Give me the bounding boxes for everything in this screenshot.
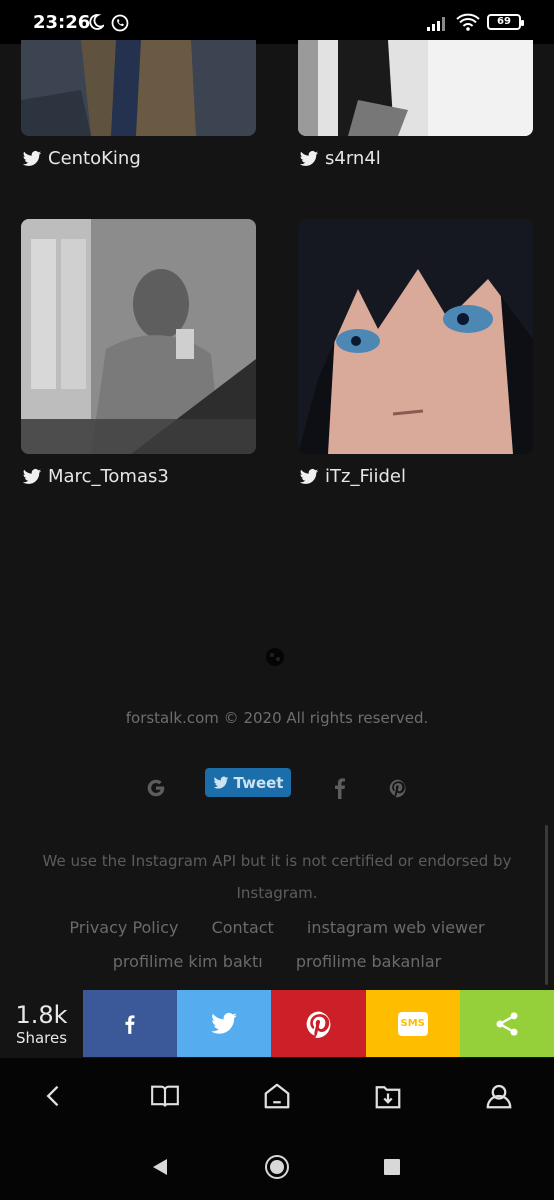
moon-icon [89,14,104,30]
share-more-button[interactable] [459,990,554,1057]
profile-thumbnail[interactable] [21,40,256,136]
profile-thumbnail[interactable] [21,219,256,454]
share-facebook-button[interactable] [83,990,178,1057]
google-icon[interactable] [145,777,167,799]
social-share-row: Tweet [0,768,554,808]
system-navigation-bar [0,1134,554,1200]
twitter-icon [299,150,319,166]
home-icon[interactable] [262,1081,292,1111]
share-sms-button[interactable]: SMS [365,990,460,1057]
api-disclaimer: We use the Instagram API but it is not c… [42,852,512,902]
profile-icon[interactable] [484,1081,514,1111]
profile-thumbnail[interactable] [298,40,533,136]
share-counter: 1.8k Shares [0,990,83,1057]
pinterest-icon [306,1011,330,1038]
browser-toolbar [0,1058,554,1134]
instagram-web-viewer-link[interactable]: instagram web viewer [307,918,485,937]
share-twitter-button[interactable] [177,990,272,1057]
share-pinterest-button[interactable] [271,990,366,1057]
status-time: 23:26 [33,12,91,33]
profile-username[interactable]: iTz_Fiidel [299,466,406,487]
profile-username[interactable]: s4rn4l [299,148,381,169]
recents-square-icon[interactable] [383,1158,401,1176]
status-bar: 23:26 69 [0,0,554,44]
page-scrollbar[interactable] [545,825,548,985]
profile-thumbnail[interactable] [298,219,533,454]
download-icon[interactable] [373,1081,403,1111]
home-circle-icon[interactable] [264,1154,290,1180]
twitter-icon [22,468,42,484]
twitter-icon [211,1012,238,1034]
book-icon[interactable] [149,1082,181,1110]
copyright-text: forstalk.com © 2020 All rights reserved. [125,709,429,727]
battery-icon: 69 [487,14,524,30]
twitter-icon [299,468,319,484]
share-count-value: 1.8k [15,1000,68,1029]
profile-username[interactable]: Marc_Tomas3 [22,466,169,487]
profilime-bakanlar-link[interactable]: profilime bakanlar [296,952,441,971]
contact-link[interactable]: Contact [212,918,274,937]
whatsapp-icon [111,14,129,32]
signal-icon [427,17,445,31]
facebook-icon [125,1014,135,1034]
profile-username[interactable]: CentoKing [22,148,141,169]
sms-icon: SMS [397,1011,428,1036]
twitter-icon [22,150,42,166]
tweet-button[interactable]: Tweet [205,768,291,797]
site-logo-icon [266,648,284,666]
pinterest-icon[interactable] [388,777,408,799]
footer-links: Privacy Policy Contact instagram web vie… [10,911,544,979]
facebook-icon[interactable] [330,777,350,799]
share-count-label: Shares [15,1028,68,1047]
profilime-kim-bakti-link[interactable]: profilime kim baktı [113,952,263,971]
share-icon [496,1011,518,1036]
back-icon[interactable] [40,1082,68,1110]
floating-share-bar: 1.8k Shares SMS [0,990,554,1057]
privacy-policy-link[interactable]: Privacy Policy [69,918,178,937]
wifi-icon [456,13,480,31]
back-triangle-icon[interactable] [150,1157,170,1177]
twitter-icon [213,776,228,789]
